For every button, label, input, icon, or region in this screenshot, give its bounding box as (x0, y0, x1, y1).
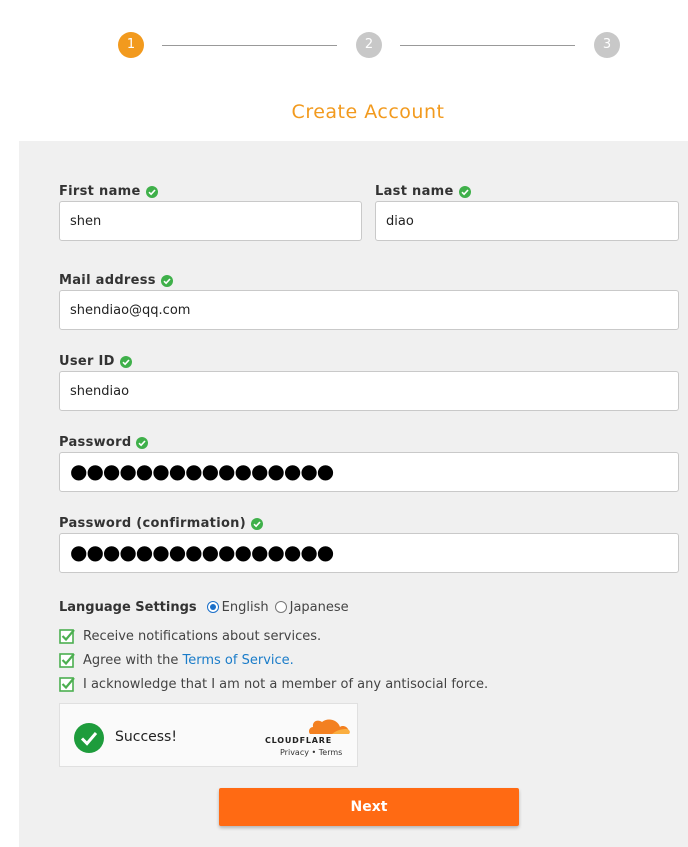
step-3: 3 (594, 32, 620, 58)
privacy-link[interactable]: Privacy (280, 748, 309, 757)
last-name-label: Last name (375, 184, 471, 199)
language-settings-label: Language Settings (59, 599, 197, 615)
language-option-label: Japanese (289, 599, 349, 615)
terms-link[interactable]: Terms (319, 748, 343, 757)
step-1: 1 (118, 32, 144, 58)
progress-stepper: 1 2 3 (118, 32, 620, 58)
check-circle-icon (458, 185, 471, 198)
first-name-input[interactable] (59, 201, 362, 241)
mail-address-label: Mail address (59, 273, 173, 288)
first-name-label-text: First name (59, 184, 141, 199)
captcha-widget: Success! CLOUDFLARE Privacy • Terms (59, 703, 358, 767)
link-separator: • (311, 748, 317, 757)
step-connector-2 (400, 45, 575, 46)
next-button[interactable]: Next (219, 788, 519, 826)
language-option-label: English (221, 599, 269, 615)
user-id-label: User ID (59, 354, 132, 369)
user-id-input[interactable] (59, 371, 679, 411)
terms-text-after: . (289, 652, 294, 668)
check-circle-icon (119, 355, 132, 368)
step-connector-1 (162, 45, 337, 46)
antisocial-checkbox-label: I acknowledge that I am not a member of … (83, 676, 489, 692)
password-label: Password (59, 435, 149, 450)
checkbox-checked-icon[interactable] (59, 628, 75, 644)
language-settings: Language Settings English Japanese (59, 598, 355, 616)
password-confirmation-label: Password (confirmation) (59, 516, 263, 531)
password-label-text: Password (59, 435, 132, 450)
check-circle-icon (136, 436, 149, 449)
first-name-label: First name (59, 184, 158, 199)
radio-unselected-icon[interactable] (274, 601, 287, 613)
notifications-checkbox-label: Receive notifications about services. (83, 628, 322, 644)
step-2: 2 (356, 32, 382, 58)
user-id-label-text: User ID (59, 354, 115, 369)
terms-of-service-link[interactable]: Terms of Service (183, 653, 290, 668)
captcha-links: Privacy • Terms (280, 748, 342, 757)
check-circle-icon (160, 274, 173, 287)
checkbox-checked-icon[interactable] (59, 676, 75, 692)
mail-address-input[interactable] (59, 290, 679, 330)
last-name-label-text: Last name (375, 184, 454, 199)
cloudflare-wordmark: CLOUDFLARE (265, 736, 332, 745)
success-check-icon (74, 723, 104, 753)
notifications-checkbox-row[interactable]: Receive notifications about services. (59, 626, 321, 646)
captcha-status: Success! (115, 729, 177, 745)
last-name-input[interactable] (375, 201, 679, 241)
language-option-japanese[interactable]: Japanese (274, 599, 349, 615)
password-confirmation-label-text: Password (confirmation) (59, 516, 246, 531)
password-confirmation-input[interactable]: ●●●●●●●●●●●●●●●● (59, 533, 679, 573)
check-circle-icon (145, 185, 158, 198)
check-circle-icon (250, 517, 263, 530)
radio-selected-icon[interactable] (206, 601, 219, 613)
page-title: Create Account (291, 101, 445, 123)
language-option-english[interactable]: English (206, 599, 269, 615)
terms-checkbox-row[interactable]: Agree with the Terms of Service . (59, 650, 294, 670)
mail-address-label-text: Mail address (59, 273, 156, 288)
checkbox-checked-icon[interactable] (59, 652, 75, 668)
terms-text-before: Agree with the (83, 652, 183, 668)
password-input[interactable]: ●●●●●●●●●●●●●●●● (59, 452, 679, 492)
cloudflare-logo-icon (309, 719, 350, 734)
antisocial-checkbox-row[interactable]: I acknowledge that I am not a member of … (59, 674, 488, 694)
